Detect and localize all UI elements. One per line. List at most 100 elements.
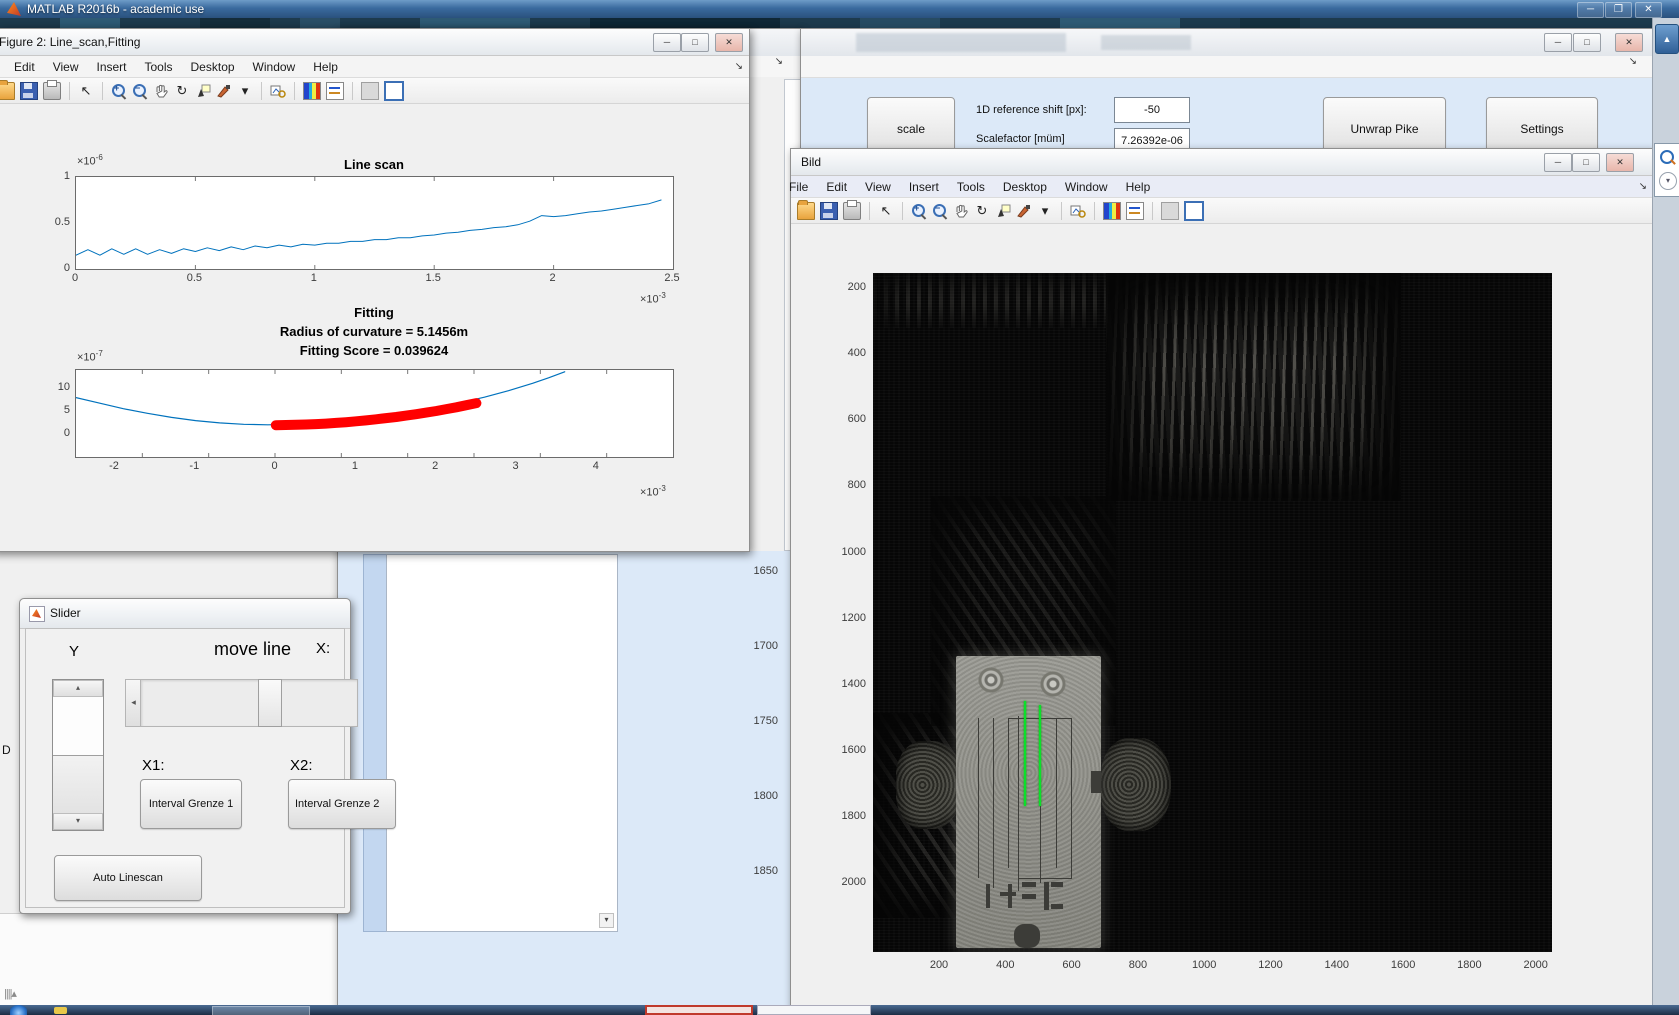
dropdown-caret-icon[interactable]: ▾ xyxy=(237,83,253,99)
taskbar-item xyxy=(212,1006,310,1015)
open-file-icon[interactable] xyxy=(797,202,815,220)
close-button[interactable]: ✕ xyxy=(715,33,743,52)
linescan-marker-line-1[interactable] xyxy=(1024,701,1026,806)
y-slider[interactable]: ▴ ▾ xyxy=(52,679,104,831)
resize-grip-icon[interactable]: ||||▴ xyxy=(4,987,16,1000)
menu-overflow-icon[interactable]: ↘ xyxy=(775,56,783,67)
toolstrip-strip xyxy=(0,18,1679,28)
listbox[interactable]: ▾ xyxy=(386,554,618,932)
menu-item-tools[interactable]: Tools xyxy=(136,58,182,76)
brush-icon[interactable] xyxy=(216,83,232,99)
toolbar-separator xyxy=(261,82,262,100)
restore-button[interactable]: ❐ xyxy=(1605,2,1632,18)
slider-thumb[interactable] xyxy=(258,679,282,727)
dock-empty-icon[interactable] xyxy=(361,82,379,100)
menu-item-window[interactable]: Window xyxy=(1056,178,1117,196)
close-button[interactable]: ✕ xyxy=(1635,2,1662,18)
toolbar-separator xyxy=(102,82,103,100)
tick-label: 0.5 xyxy=(187,272,202,284)
zoom-out-icon[interactable]: − xyxy=(132,83,148,99)
rotate-icon[interactable]: ↻ xyxy=(174,83,190,99)
rotate-icon[interactable]: ↻ xyxy=(974,203,990,219)
legend-icon[interactable] xyxy=(1126,202,1144,220)
interval-grenze-1-button[interactable]: Interval Grenze 1 xyxy=(140,779,242,829)
menu-item-edit[interactable]: Edit xyxy=(817,178,856,196)
save-icon[interactable] xyxy=(820,202,838,220)
print-icon[interactable] xyxy=(843,202,861,220)
menu-item-edit[interactable]: Edit xyxy=(5,58,44,76)
restore-button[interactable]: □ xyxy=(1573,33,1601,52)
dock-label: D xyxy=(2,743,11,757)
dock-figure-icon[interactable] xyxy=(384,81,404,101)
menu-item-insert[interactable]: Insert xyxy=(87,58,135,76)
collapse-panel-icon[interactable]: ▲ xyxy=(1655,24,1679,54)
restore-button[interactable]: □ xyxy=(681,33,709,52)
linescan-marker-line-2[interactable] xyxy=(1039,705,1041,806)
zoom-in-icon[interactable]: + xyxy=(911,203,927,219)
slider-thumb[interactable] xyxy=(53,755,103,816)
menu-item-window[interactable]: Window xyxy=(244,58,305,76)
menu-overflow-icon[interactable]: ↘ xyxy=(735,61,743,72)
toolbar-separator xyxy=(69,82,70,100)
brush-icon[interactable] xyxy=(1016,203,1032,219)
x-label: X: xyxy=(316,640,330,657)
dock-figure-icon[interactable] xyxy=(1184,201,1204,221)
pan-icon[interactable] xyxy=(953,203,969,219)
print-icon[interactable] xyxy=(43,82,61,100)
open-file-icon[interactable] xyxy=(0,82,15,100)
close-button[interactable]: ✕ xyxy=(1615,33,1643,52)
menu-item-tools[interactable]: Tools xyxy=(948,178,994,196)
minimize-button[interactable]: ─ xyxy=(1544,153,1572,172)
vertical-slider-strip[interactable] xyxy=(363,554,387,932)
x-slider[interactable] xyxy=(140,679,358,727)
close-button[interactable]: ✕ xyxy=(1606,153,1634,172)
dropdown-icon[interactable]: ▾ xyxy=(1659,172,1677,190)
menu-item-insert[interactable]: Insert xyxy=(900,178,948,196)
menu-item-file[interactable]: File xyxy=(780,178,817,196)
link-plots-icon[interactable] xyxy=(1070,203,1086,219)
cursor-icon[interactable]: ↖ xyxy=(78,83,94,99)
cursor-icon[interactable]: ↖ xyxy=(878,203,894,219)
fitting-axes xyxy=(75,369,674,458)
menu-item-view[interactable]: View xyxy=(44,58,88,76)
tick-label: 1 xyxy=(311,272,317,284)
tick-label: 2 xyxy=(550,272,556,284)
tick-label: 0 xyxy=(10,427,70,439)
dock-empty-icon[interactable] xyxy=(1161,202,1179,220)
interval-grenze-2-button[interactable]: Interval Grenze 2 xyxy=(288,779,396,829)
legend-icon[interactable] xyxy=(326,82,344,100)
minimize-button[interactable]: ─ xyxy=(1577,2,1604,18)
menu-item-desktop[interactable]: Desktop xyxy=(182,58,244,76)
pan-icon[interactable] xyxy=(153,83,169,99)
colorbar-icon[interactable] xyxy=(1103,202,1121,220)
chip-structure xyxy=(956,656,1101,948)
auto-linescan-button[interactable]: Auto Linescan xyxy=(54,855,202,901)
menu-item-view[interactable]: View xyxy=(856,178,900,196)
zoom-in-icon[interactable]: + xyxy=(111,83,127,99)
menu-overflow-icon[interactable]: ↘ xyxy=(1629,56,1637,67)
menu-overflow-icon[interactable]: ↘ xyxy=(1639,181,1647,192)
minimize-button[interactable]: ─ xyxy=(1544,33,1572,52)
slider-up-icon[interactable]: ▴ xyxy=(53,680,103,697)
save-icon[interactable] xyxy=(20,82,38,100)
window-title: Bild xyxy=(801,155,821,169)
slider-down-icon[interactable]: ▾ xyxy=(53,813,103,830)
menu-item-desktop[interactable]: Desktop xyxy=(994,178,1056,196)
data-cursor-icon[interactable] xyxy=(195,83,211,99)
restore-button[interactable]: □ xyxy=(1572,153,1600,172)
toolbar-separator xyxy=(1152,202,1153,220)
tick-label: 200 xyxy=(806,281,866,293)
listbox-scroll-down-icon[interactable]: ▾ xyxy=(599,913,614,928)
tick-label: 1.5 xyxy=(426,272,441,284)
ref-shift-input[interactable] xyxy=(1114,97,1190,123)
minimize-button[interactable]: ─ xyxy=(653,33,681,52)
menu-item-help[interactable]: Help xyxy=(1117,178,1160,196)
toolbar-separator xyxy=(352,82,353,100)
link-plots-icon[interactable] xyxy=(270,83,286,99)
data-cursor-icon[interactable] xyxy=(995,203,1011,219)
menu-item-help[interactable]: Help xyxy=(304,58,347,76)
zoom-out-icon[interactable]: − xyxy=(932,203,948,219)
colorbar-icon[interactable] xyxy=(303,82,321,100)
dropdown-caret-icon[interactable]: ▾ xyxy=(1037,203,1053,219)
hidden-plot-tick-label: 1750 xyxy=(718,715,778,727)
